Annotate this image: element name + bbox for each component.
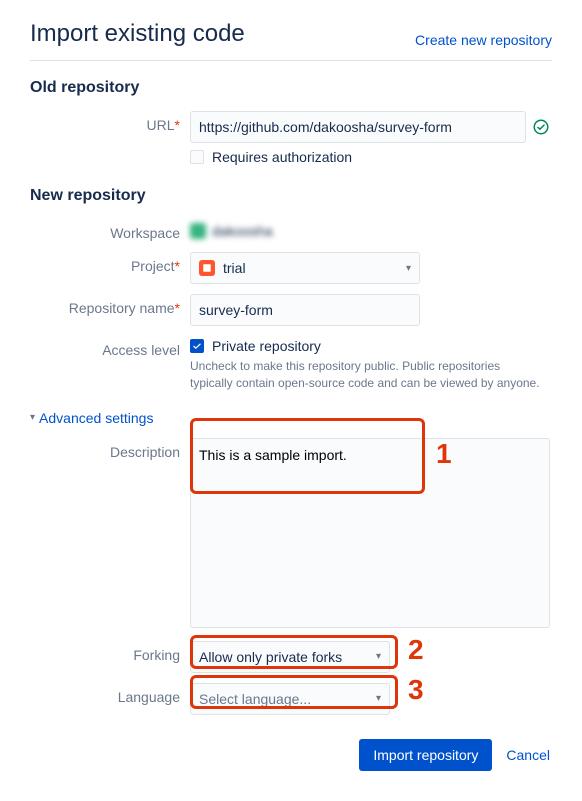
callout-number-3: 3	[408, 674, 424, 706]
forking-value: Allow only private forks	[199, 649, 342, 665]
project-value: trial	[223, 260, 246, 276]
page-title: Import existing code	[30, 20, 245, 48]
access-level-label: Access level	[30, 336, 190, 358]
chevron-down-icon: ▾	[30, 412, 35, 423]
repo-name-label: Repository name*	[30, 294, 190, 316]
workspace-avatar-icon	[190, 223, 206, 239]
forking-select[interactable]: Allow only private forks ▾	[190, 641, 390, 673]
language-select[interactable]: Select language... ▾	[190, 683, 390, 715]
repo-name-input[interactable]	[190, 294, 420, 326]
private-repo-help: Uncheck to make this repository public. …	[190, 358, 540, 392]
url-label: URL*	[30, 111, 190, 133]
chevron-down-icon: ▾	[376, 651, 381, 662]
cancel-link[interactable]: Cancel	[506, 747, 550, 763]
language-label: Language	[30, 683, 190, 705]
advanced-settings-toggle[interactable]: ▾ Advanced settings	[30, 410, 153, 426]
import-repository-button[interactable]: Import repository	[359, 739, 492, 771]
description-label: Description	[30, 438, 190, 460]
description-textarea[interactable]	[190, 438, 550, 628]
chevron-down-icon: ▾	[376, 693, 381, 704]
project-select[interactable]: trial ▾	[190, 252, 420, 284]
private-repo-label: Private repository	[212, 338, 321, 354]
private-repo-checkbox[interactable]	[190, 339, 204, 353]
new-repo-section-title: New repository	[30, 187, 552, 205]
old-repo-section-title: Old repository	[30, 79, 552, 97]
create-new-repo-link[interactable]: Create new repository	[415, 32, 552, 48]
chevron-down-icon: ▾	[406, 263, 411, 274]
project-icon	[199, 260, 215, 276]
callout-number-2: 2	[408, 634, 424, 666]
workspace-value: dakoosha	[190, 219, 273, 239]
callout-number-1: 1	[436, 438, 452, 470]
workspace-label: Workspace	[30, 219, 190, 241]
requires-auth-label: Requires authorization	[212, 149, 352, 165]
requires-auth-checkbox[interactable]	[190, 150, 204, 164]
project-label: Project*	[30, 252, 190, 274]
check-circle-icon	[532, 118, 550, 136]
url-input[interactable]	[190, 111, 526, 143]
forking-label: Forking	[30, 641, 190, 663]
language-placeholder: Select language...	[199, 691, 311, 707]
